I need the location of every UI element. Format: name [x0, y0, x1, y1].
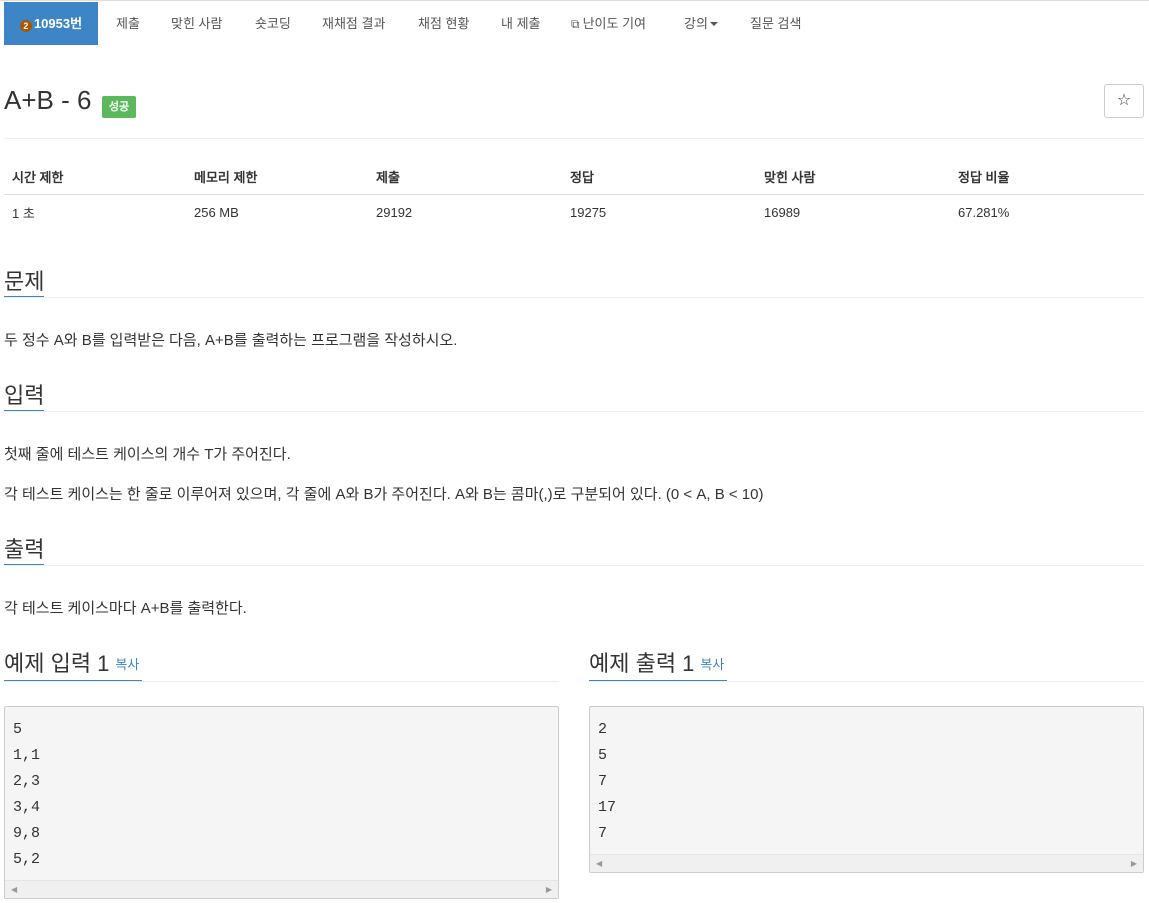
sample-output-heading: 예제 출력 1 복사 — [589, 646, 724, 678]
favorite-star-button[interactable]: ☆ — [1104, 84, 1144, 118]
sample-input-box[interactable]: 5 1,1 2,3 3,4 9,8 5,2 ◀ ▶ — [4, 706, 559, 899]
lectures-label: 강의 — [684, 16, 708, 31]
value-ratio: 67.281% — [958, 204, 1010, 220]
input-description-line-1: 첫째 줄에 테스트 케이스의 개수 T가 주어진다. — [4, 446, 291, 463]
problem-description: 두 정수 A와 B를 입력받은 다음, A+B를 출력하는 프로그램을 작성하시… — [4, 332, 458, 349]
scroll-left-icon[interactable]: ◀ — [11, 885, 17, 894]
sample-input-scrollbar[interactable]: ◀ ▶ — [5, 880, 558, 898]
problem-title: A+B - 6 — [4, 85, 92, 115]
nav-status[interactable]: 채점 현황 — [418, 2, 469, 45]
input-description-line-2: 각 테스트 케이스는 한 줄로 이루어져 있으며, 각 줄에 A와 B가 주어진… — [4, 486, 764, 503]
problem-nav: 2 10953번 제출 맞힌 사람 숏코딩 재채점 결과 채점 현황 내 제출 ⧉… — [0, 0, 1149, 45]
output-divider — [4, 565, 1144, 566]
nav-my-submissions[interactable]: 내 제출 — [501, 2, 541, 45]
scroll-right-icon[interactable]: ▶ — [546, 885, 552, 894]
value-time-limit: 1 초 — [12, 205, 35, 221]
nav-short-coding[interactable]: 숏코딩 — [255, 2, 291, 45]
problem-number-label: 10953번 — [33, 16, 83, 31]
value-solvers: 16989 — [764, 204, 801, 220]
scroll-right-icon[interactable]: ▶ — [1131, 859, 1137, 868]
nav-submit[interactable]: 제출 — [116, 2, 140, 45]
info-value-row: 1 초 256 MB 29192 19275 16989 67.281% — [4, 194, 1144, 230]
output-description: 각 테스트 케이스마다 A+B를 출력한다. — [4, 600, 247, 617]
copy-sample-input-link[interactable]: 복사 — [115, 657, 139, 672]
title-divider — [4, 138, 1144, 139]
star-icon: ☆ — [1116, 92, 1132, 109]
nav-lectures-dropdown[interactable]: 강의 — [684, 2, 718, 45]
value-memory-limit: 256 MB — [194, 204, 239, 220]
header-solvers: 맞힌 사람 — [756, 159, 950, 195]
sample-input-divider — [4, 681, 559, 682]
input-divider — [4, 411, 1144, 412]
external-link-icon: ⧉ — [571, 17, 580, 31]
nav-difficulty-contribution[interactable]: ⧉ 난이도 기여 — [571, 2, 646, 45]
tier-icon: 2 — [19, 20, 32, 32]
copy-sample-output-link[interactable]: 복사 — [700, 657, 724, 672]
nav-solvers[interactable]: 맞힌 사람 — [171, 2, 222, 45]
header-time-limit: 시간 제한 — [4, 159, 186, 195]
sample-output-divider — [589, 681, 1144, 682]
sample-input-title: 예제 입력 1 — [4, 651, 110, 676]
nav-problem-number[interactable]: 2 10953번 — [4, 2, 98, 45]
header-ratio: 정답 비율 — [950, 159, 1144, 195]
nav-question-search[interactable]: 질문 검색 — [750, 2, 801, 45]
header-submissions: 제출 — [368, 159, 562, 195]
output-heading: 출력 — [4, 537, 45, 562]
sample-output-box[interactable]: 2 5 7 17 7 ◀ ▶ — [589, 706, 1144, 873]
problem-info-table: 시간 제한 메모리 제한 제출 정답 맞힌 사람 정답 비율 1 초 256 M… — [4, 159, 1144, 230]
value-submissions: 29192 — [376, 204, 413, 220]
caret-down-icon — [709, 22, 718, 26]
difficulty-label: 난이도 기여 — [582, 16, 646, 31]
header-memory-limit: 메모리 제한 — [186, 159, 368, 195]
value-accepted: 19275 — [570, 204, 607, 220]
problem-divider — [4, 297, 1144, 298]
sample-output-title: 예제 출력 1 — [589, 651, 695, 676]
header-accepted: 정답 — [562, 159, 756, 195]
sample-input-content: 5 1,1 2,3 3,4 9,8 5,2 — [13, 721, 41, 868]
scroll-left-icon[interactable]: ◀ — [596, 859, 602, 868]
problem-heading: 문제 — [4, 269, 45, 294]
status-badge: 성공 — [102, 96, 136, 118]
sample-output-content: 2 5 7 17 7 — [598, 721, 617, 842]
input-heading: 입력 — [4, 383, 45, 408]
sample-output-scrollbar[interactable]: ◀ ▶ — [590, 854, 1143, 872]
nav-rejudge[interactable]: 재채점 결과 — [322, 2, 385, 45]
sample-input-heading: 예제 입력 1 복사 — [4, 646, 139, 678]
info-header-row: 시간 제한 메모리 제한 제출 정답 맞힌 사람 정답 비율 — [4, 159, 1144, 195]
